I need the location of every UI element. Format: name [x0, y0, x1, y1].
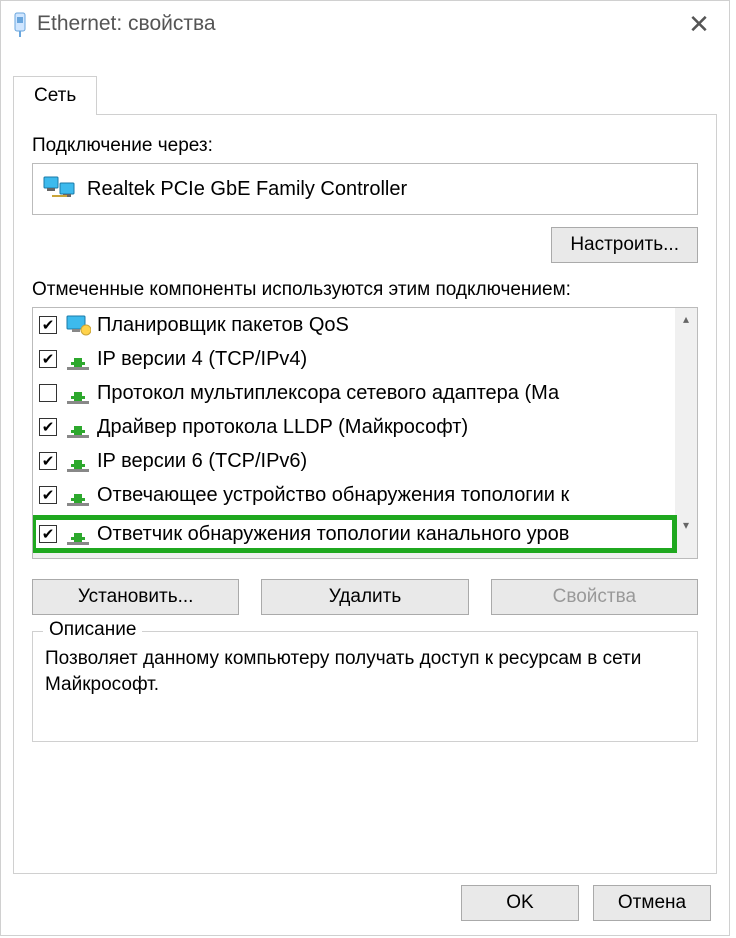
remove-button[interactable]: Удалить — [261, 579, 468, 615]
titlebar: Ethernet: свойства ✕ — [1, 1, 729, 47]
ok-button[interactable]: OK — [461, 885, 579, 921]
description-box: Описание Позволяет данному компьютеру по… — [32, 631, 698, 742]
component-label: Ответчик обнаружения топологии канальног… — [97, 523, 569, 546]
adapter-name: Realtek PCIe GbE Family Controller — [87, 178, 407, 201]
component-label: IP версии 4 (TCP/IPv4) — [97, 348, 307, 371]
network-adapter-icon — [43, 174, 77, 204]
component-label: Планировщик пакетов QoS — [97, 314, 349, 337]
scroll-down-icon[interactable]: ▾ — [675, 514, 697, 536]
protocol-icon — [65, 450, 91, 472]
ethernet-icon — [11, 11, 29, 37]
adapter-box: Realtek PCIe GbE Family Controller — [32, 163, 698, 215]
component-checkbox[interactable]: ✔ — [39, 486, 57, 504]
component-label: IP версии 6 (TCP/IPv6) — [97, 450, 307, 473]
configure-button[interactable]: Настроить... — [551, 227, 698, 263]
components-list[interactable]: ✔ Планировщик пакетов QoS ✔ IP версии 4 (TC… — [32, 307, 698, 559]
component-checkbox[interactable]: ✔ — [39, 316, 57, 334]
properties-button: Свойства — [491, 579, 698, 615]
component-label: Отвечающее устройство обнаружения тополо… — [97, 484, 569, 507]
scroll-track[interactable] — [675, 330, 697, 514]
component-item[interactable]: ✔ Отвечающее устройство обнаружения топол… — [33, 478, 675, 512]
component-item[interactable]: ✔ IP версии 6 (TCP/IPv6) — [33, 444, 675, 478]
component-label: Драйвер протокола LLDP (Майкрософт) — [97, 416, 468, 439]
component-item[interactable]: ✔ Планировщик пакетов QoS — [33, 308, 675, 342]
component-checkbox[interactable]: ✔ — [39, 525, 57, 543]
scroll-corner — [675, 536, 697, 558]
components-label: Отмеченные компоненты используются этим … — [32, 279, 698, 301]
tab-header: Сеть — [13, 75, 717, 114]
protocol-icon — [65, 416, 91, 438]
component-item[interactable]: ✔ Ответчик обнаружения топологии канально… — [33, 517, 675, 551]
component-checkbox[interactable]: ✔ — [39, 418, 57, 436]
vertical-scrollbar[interactable]: ▴ ▾ — [675, 308, 697, 536]
close-button[interactable]: ✕ — [679, 9, 719, 40]
footer-buttons: OK Отмена — [461, 885, 711, 921]
install-button[interactable]: Установить... — [32, 579, 239, 615]
protocol-icon — [65, 484, 91, 506]
component-checkbox[interactable]: ✔ — [39, 452, 57, 470]
description-text: Позволяет данному компьютеру получать до… — [45, 646, 685, 697]
monitor-icon — [65, 314, 91, 336]
connection-label: Подключение через: — [32, 135, 698, 157]
window-title: Ethernet: свойства — [37, 12, 679, 36]
scroll-up-icon[interactable]: ▴ — [675, 308, 697, 330]
component-item[interactable]: Протокол мультиплексора сетевого адаптер… — [33, 376, 675, 410]
component-label: Протокол мультиплексора сетевого адаптер… — [97, 382, 559, 405]
component-checkbox[interactable] — [39, 384, 57, 402]
tab-content: Подключение через: Realtek PCIe GbE Fami… — [13, 114, 717, 874]
protocol-icon — [65, 382, 91, 404]
description-legend: Описание — [43, 619, 142, 641]
cancel-button[interactable]: Отмена — [593, 885, 711, 921]
ethernet-properties-window: Ethernet: свойства ✕ Сеть Подключение че… — [0, 0, 730, 936]
protocol-icon — [65, 523, 91, 545]
component-item[interactable]: ✔ IP версии 4 (TCP/IPv4) — [33, 342, 675, 376]
tab-network[interactable]: Сеть — [13, 76, 97, 115]
protocol-icon — [65, 348, 91, 370]
component-checkbox[interactable]: ✔ — [39, 350, 57, 368]
tab-area: Сеть Подключение через: Realtek PCIe GbE… — [1, 47, 729, 874]
action-row: Установить... Удалить Свойства — [32, 579, 698, 615]
component-item[interactable]: ✔ Драйвер протокола LLDP (Майкрософт) — [33, 410, 675, 444]
